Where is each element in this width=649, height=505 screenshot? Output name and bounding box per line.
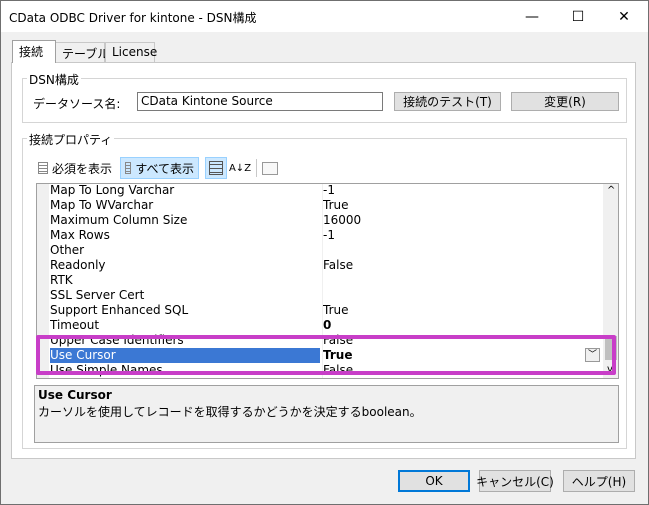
show-all-label: すべて表示 bbox=[135, 161, 194, 176]
list-icon bbox=[38, 162, 48, 174]
grid-row[interactable]: Maximum Column Size 16000 bbox=[37, 213, 603, 228]
show-required-button[interactable]: 必須を表示 bbox=[34, 157, 116, 179]
description-panel: Use Cursor カーソルを使用してレコードを取得するかどうかを決定するbo… bbox=[34, 385, 619, 443]
maximize-button[interactable]: ☐ bbox=[555, 1, 601, 32]
title-bar: CData ODBC Driver for kintone - DSN構成 — … bbox=[1, 1, 648, 32]
cancel-button[interactable]: キャンセル(C) bbox=[476, 470, 554, 492]
grid-row[interactable]: Other bbox=[37, 243, 603, 258]
show-all-button[interactable]: すべて表示 bbox=[120, 157, 199, 179]
grid-row[interactable]: SSL Server Cert bbox=[37, 288, 603, 303]
grid-row[interactable]: Max Rows -1 bbox=[37, 228, 603, 243]
grid-row[interactable]: RTK bbox=[37, 273, 603, 288]
show-required-label: 必須を表示 bbox=[51, 161, 112, 176]
close-button[interactable]: ✕ bbox=[601, 1, 647, 32]
grid-row[interactable]: Map To WVarchar True bbox=[37, 198, 603, 213]
list-icon bbox=[125, 162, 132, 174]
property-pages-icon bbox=[262, 161, 278, 175]
description-text: カーソルを使用してレコードを取得するかどうかを決定するboolean。 bbox=[38, 405, 422, 419]
property-pages-button[interactable] bbox=[259, 157, 281, 179]
dsn-name-label: データソース名: bbox=[33, 97, 121, 111]
change-button[interactable]: 変更(R) bbox=[511, 92, 619, 111]
test-connection-button[interactable]: 接続のテスト(T) bbox=[394, 92, 501, 111]
grid-row[interactable]: Readonly False bbox=[37, 258, 603, 273]
minimize-button[interactable]: — bbox=[509, 1, 555, 32]
dsn-group-label: DSN構成 bbox=[27, 71, 81, 88]
sort-az-icon: A↓Z bbox=[228, 162, 252, 174]
sort-alpha-button[interactable]: A↓Z bbox=[229, 157, 251, 179]
categorized-icon bbox=[209, 161, 223, 175]
highlight-annotation bbox=[36, 335, 616, 375]
categorized-view-button[interactable] bbox=[205, 157, 227, 179]
help-button[interactable]: ヘルプ(H) bbox=[563, 470, 635, 492]
grid-row[interactable]: Support Enhanced SQL True bbox=[37, 303, 603, 318]
properties-group-label: 接続プロパティ bbox=[27, 131, 115, 148]
toolbar-divider bbox=[256, 159, 257, 177]
tab-license[interactable]: License bbox=[105, 42, 157, 62]
tab-connection[interactable]: 接続 bbox=[12, 40, 56, 63]
ok-button[interactable]: OK bbox=[398, 470, 470, 492]
window-title: CData ODBC Driver for kintone - DSN構成 bbox=[9, 11, 257, 25]
grid-row[interactable]: Map To Long Varchar -1 bbox=[37, 184, 603, 198]
dsn-name-input[interactable]: CData Kintone Source bbox=[137, 92, 383, 111]
grid-row[interactable]: Timeout 0 bbox=[37, 318, 603, 333]
description-title: Use Cursor bbox=[38, 388, 112, 402]
tab-tables[interactable]: テーブル bbox=[55, 42, 109, 62]
scroll-up-icon[interactable]: ^ bbox=[607, 185, 615, 196]
